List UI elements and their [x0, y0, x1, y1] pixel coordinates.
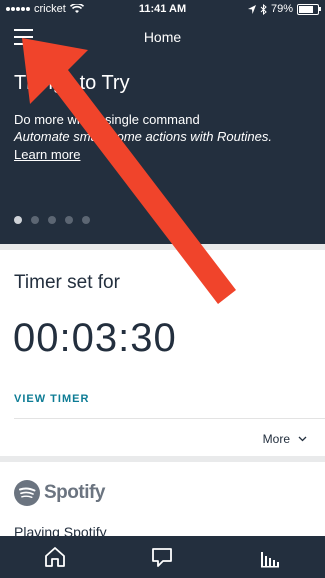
things-to-try-banner[interactable]: Things to Try Do more with a single comm…: [0, 54, 325, 244]
carousel-dot[interactable]: [14, 216, 22, 224]
location-icon: [247, 4, 256, 14]
card-divider: [14, 418, 325, 419]
bottom-tab-bar: [0, 536, 325, 578]
hero-description: Automate smart home actions with Routine…: [14, 129, 272, 144]
battery-icon: [297, 3, 321, 15]
carousel-pagination[interactable]: [14, 216, 90, 224]
spotify-card[interactable]: Spotify Playing Spotify: [0, 462, 325, 544]
more-button[interactable]: More: [263, 432, 307, 446]
chat-bubble-icon[interactable]: [149, 544, 175, 570]
spotify-wordmark: Spotify: [44, 482, 105, 503]
hero-subtitle: Do more with a single command: [14, 112, 200, 127]
spotify-icon: [14, 480, 40, 506]
status-right: 79%: [247, 3, 321, 15]
timer-value: 00:03:30: [13, 316, 177, 360]
carousel-dot[interactable]: [65, 216, 73, 224]
home-icon[interactable]: [42, 544, 68, 570]
app-header: Home: [0, 20, 325, 54]
view-timer-button[interactable]: VIEW TIMER: [14, 393, 89, 405]
carousel-dot[interactable]: [31, 216, 39, 224]
timer-card: Timer set for 00:03:30 VIEW TIMER More: [0, 250, 325, 456]
bluetooth-icon: [260, 3, 267, 15]
timer-title: Timer set for: [14, 272, 120, 293]
spotify-logo: Spotify: [14, 480, 105, 506]
equalizer-icon[interactable]: [257, 544, 283, 570]
carousel-dot[interactable]: [82, 216, 90, 224]
page-title: Home: [143, 29, 182, 45]
battery-fill: [299, 5, 314, 13]
battery-percent: 79%: [270, 3, 293, 15]
learn-more-link[interactable]: Learn more: [14, 147, 80, 162]
status-bar: cricket 11:41 AM 79%: [0, 0, 325, 20]
more-label: More: [262, 432, 290, 446]
chevron-down-icon: [298, 436, 307, 442]
carousel-dot[interactable]: [48, 216, 56, 224]
hero-title: Things to Try: [14, 72, 130, 94]
